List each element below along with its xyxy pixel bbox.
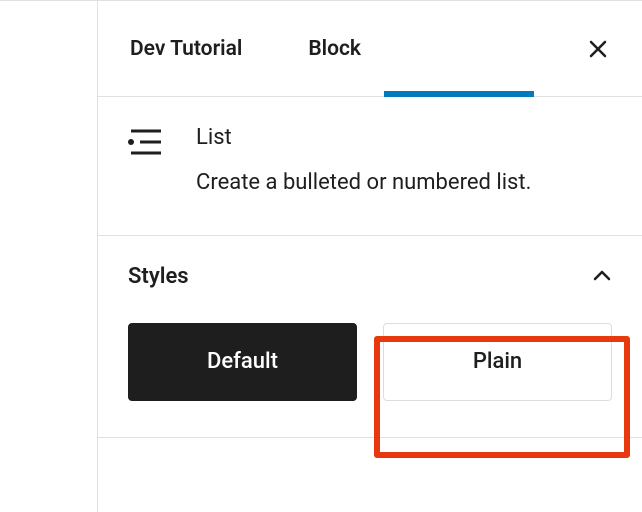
style-option-default[interactable]: Default — [128, 323, 357, 401]
style-option-plain[interactable]: Plain — [383, 323, 612, 401]
close-icon — [586, 37, 610, 61]
editor-canvas-edge — [0, 1, 98, 512]
styles-panel-toggle[interactable]: Styles — [98, 236, 642, 307]
tab-block[interactable]: Block — [300, 1, 369, 96]
styles-panel-title: Styles — [128, 264, 189, 289]
block-inspector-sidebar: Dev Tutorial Block List — [98, 1, 642, 512]
block-title: List — [196, 125, 612, 150]
advanced-panel — [98, 438, 642, 494]
styles-panel: Styles Default Plain — [98, 236, 642, 438]
sidebar-tabs: Dev Tutorial Block — [98, 1, 642, 97]
chevron-up-icon — [592, 266, 612, 286]
style-variations: Default Plain — [98, 307, 642, 437]
block-card: List Create a bulleted or numbered list. — [98, 97, 642, 236]
list-icon — [128, 125, 168, 199]
tab-dev-tutorial[interactable]: Dev Tutorial — [122, 1, 250, 96]
block-description: Create a bulleted or numbered list. — [196, 168, 612, 199]
close-sidebar-button[interactable] — [584, 35, 612, 63]
active-tab-indicator — [384, 91, 534, 97]
